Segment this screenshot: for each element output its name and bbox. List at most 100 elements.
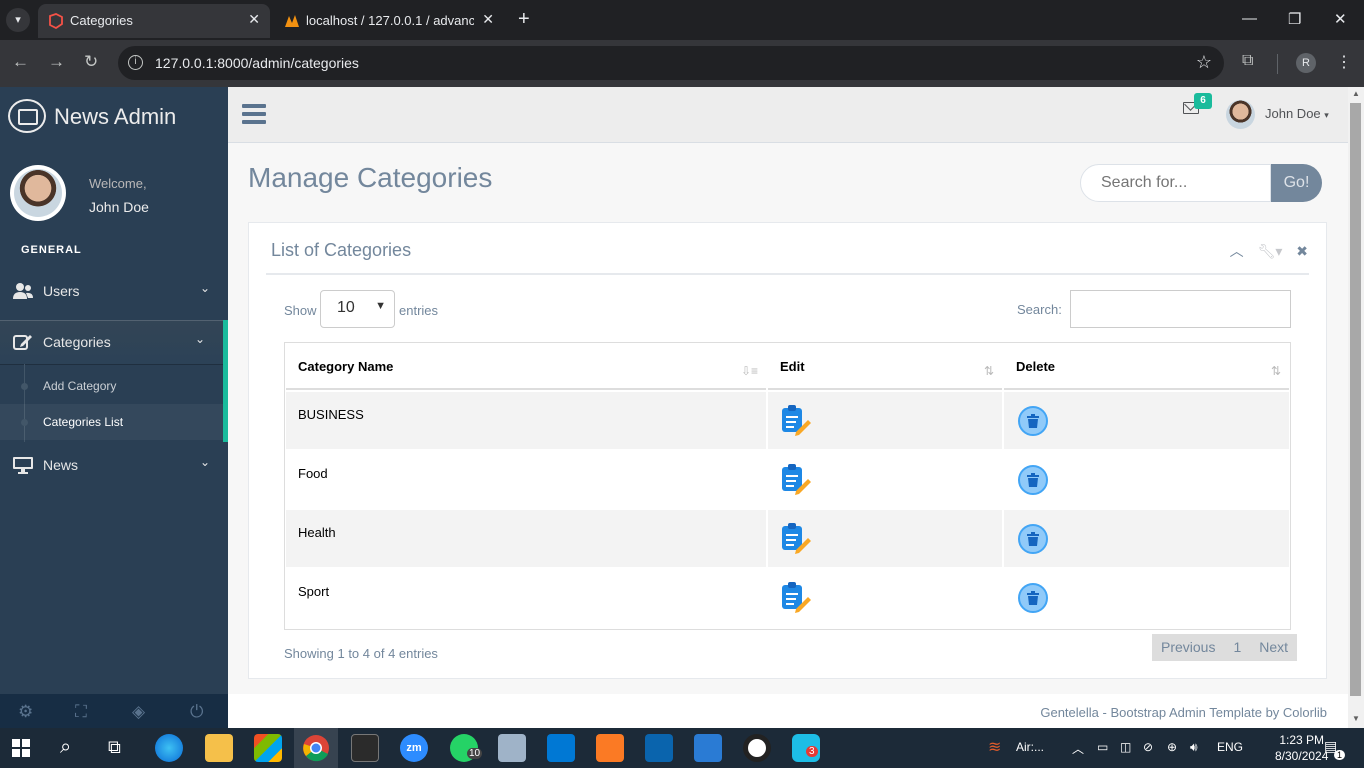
column-header-edit[interactable]: Edit ⇅ <box>768 344 1002 390</box>
camera-icon[interactable]: ◫ <box>1120 740 1131 754</box>
users-icon <box>13 283 33 299</box>
minimize-icon[interactable]: — <box>1242 10 1257 27</box>
address-bar[interactable]: i 127.0.0.1:8000/admin/categories ☆ <box>118 46 1224 80</box>
scroll-down-icon[interactable]: ▼ <box>1352 714 1360 723</box>
mic-muted-icon[interactable]: ⊘ <box>1143 740 1153 754</box>
bookmark-star-icon[interactable]: ☆ <box>1196 52 1212 73</box>
store-icon[interactable] <box>254 734 282 762</box>
edit-clipboard-icon[interactable] <box>780 404 812 436</box>
chrome-taskbar-button[interactable] <box>294 728 338 768</box>
forward-icon[interactable]: → <box>48 52 65 72</box>
terminal-icon[interactable] <box>351 734 379 762</box>
file-explorer-icon[interactable] <box>205 734 233 762</box>
close-tab-icon[interactable]: ✕ <box>248 11 260 28</box>
page-1-button[interactable]: 1 <box>1224 634 1250 660</box>
close-icon[interactable]: ✖ <box>1296 243 1308 259</box>
collapse-icon[interactable]: ︿ <box>1230 243 1244 259</box>
vscode-icon[interactable] <box>547 734 575 762</box>
table-search-label: Search: <box>1017 302 1062 317</box>
outlook-icon[interactable] <box>645 734 673 762</box>
tab-phpmyadmin[interactable]: localhost / 127.0.0.1 / advanced ✕ <box>274 4 504 38</box>
chevron-down-icon: ⌄ <box>194 332 205 346</box>
menu-toggle-icon[interactable] <box>242 104 266 124</box>
show-hidden-icons[interactable]: ︿ <box>1072 740 1084 757</box>
volume-icon[interactable]: 🔊︎ <box>1190 740 1198 755</box>
page-size-select[interactable]: 10 ▼ <box>320 290 395 328</box>
submenu-add-category[interactable]: Add Category <box>0 368 223 404</box>
power-icon[interactable]: ⏻ <box>190 702 203 722</box>
new-tab-button[interactable]: + <box>518 8 530 30</box>
weather-icon: ≋ <box>988 739 1002 756</box>
edge-icon[interactable] <box>155 734 183 762</box>
trash-icon[interactable] <box>1018 406 1048 436</box>
avatar[interactable] <box>1226 100 1255 129</box>
sidebar-item-categories[interactable]: Categories ⌄ <box>0 320 228 364</box>
settings-icon[interactable]: ⚙ <box>18 702 33 722</box>
trash-icon[interactable] <box>1018 524 1048 554</box>
network-icon[interactable]: ⊕ <box>1167 740 1177 754</box>
clock[interactable]: 1:23 PM 8/30/2024 <box>1275 732 1328 764</box>
column-header-category-name[interactable]: Category Name ⇩≡ <box>286 344 766 390</box>
image-viewer-icon[interactable] <box>498 734 526 762</box>
delete-cell <box>1004 392 1289 449</box>
column-header-delete[interactable]: Delete ⇅ <box>1004 344 1289 390</box>
bullet <box>21 419 28 426</box>
table-row: Health <box>286 510 1289 567</box>
panel-title: List of Categories <box>271 240 412 260</box>
task-view-icon[interactable]: ⧉ <box>108 737 121 758</box>
submenu-label: Categories List <box>43 415 124 429</box>
go-button[interactable]: Go! <box>1271 164 1322 202</box>
submenu-categories-list[interactable]: Categories List <box>0 404 223 440</box>
browser-toolbar: ← → ↻ i 127.0.0.1:8000/admin/categories … <box>0 40 1364 87</box>
delete-cell <box>1004 451 1289 508</box>
language-indicator[interactable]: ENG <box>1217 740 1243 754</box>
trash-icon[interactable] <box>1018 583 1048 613</box>
zoom-icon[interactable]: zm <box>400 734 428 762</box>
desktop-icon <box>13 457 33 474</box>
previous-button[interactable]: Previous <box>1152 634 1224 660</box>
fullscreen-icon[interactable]: ⛶ <box>75 702 87 722</box>
xampp-icon[interactable] <box>596 734 624 762</box>
trash-icon[interactable] <box>1018 465 1048 495</box>
close-tab-icon[interactable]: ✕ <box>482 11 494 28</box>
page-size-value: 10 <box>337 299 355 316</box>
site-info-icon[interactable]: i <box>128 55 143 70</box>
user-name: John Doe <box>1265 106 1321 121</box>
table-search-input[interactable] <box>1070 290 1291 328</box>
browser-menu-icon[interactable]: ⋮ <box>1336 52 1352 72</box>
close-window-icon[interactable]: ✕ <box>1334 10 1347 28</box>
pagination: Previous 1 Next <box>1152 634 1298 661</box>
scroll-thumb[interactable] <box>1350 103 1361 696</box>
categories-panel: List of Categories ︿ 🔧︎▾ ✖ Show 10 ▼ ent… <box>248 222 1327 679</box>
sidebar-item-users[interactable]: Users ⌄ <box>0 269 228 313</box>
edit-clipboard-icon[interactable] <box>780 522 812 554</box>
search-icon[interactable]: ⌕ <box>60 736 71 759</box>
sidebar-item-news[interactable]: News ⌄ <box>0 443 228 487</box>
battery-icon[interactable]: ▭ <box>1097 740 1108 754</box>
tab-categories[interactable]: Categories ✕ <box>38 4 270 38</box>
recorder-icon[interactable] <box>743 734 771 762</box>
scroll-up-icon[interactable]: ▲ <box>1352 89 1360 98</box>
edit-clipboard-icon[interactable] <box>780 581 812 613</box>
restore-icon[interactable]: ❐ <box>1288 10 1301 28</box>
search-input[interactable] <box>1080 164 1271 202</box>
tab-title: Categories <box>70 13 133 28</box>
remote-desktop-icon[interactable] <box>694 734 722 762</box>
page-scrollbar[interactable]: ▲ ▼ <box>1348 87 1364 728</box>
extensions-icon[interactable]: ⧉ <box>1242 52 1253 70</box>
weather-text[interactable]: Air:... <box>1016 740 1044 754</box>
profile-avatar[interactable]: R <box>1296 53 1316 73</box>
lock-eye-icon[interactable]: ◈ <box>132 702 145 722</box>
reload-icon[interactable]: ↻ <box>84 52 98 72</box>
tab-search-button[interactable]: ▾ <box>6 8 30 32</box>
back-icon[interactable]: ← <box>12 52 29 72</box>
main-content: Manage Categories Go! List of Categories… <box>228 144 1348 694</box>
tab-title: localhost / 127.0.0.1 / advanced <box>306 13 474 28</box>
next-button[interactable]: Next <box>1250 634 1297 660</box>
sidebar-item-label: Users <box>43 283 80 299</box>
windows-start-icon[interactable] <box>12 739 30 757</box>
user-menu[interactable]: John Doe ▾ <box>1265 106 1329 121</box>
phpmyadmin-icon <box>285 15 299 27</box>
edit-clipboard-icon[interactable] <box>780 463 812 495</box>
wrench-icon[interactable]: 🔧︎▾ <box>1258 243 1283 259</box>
